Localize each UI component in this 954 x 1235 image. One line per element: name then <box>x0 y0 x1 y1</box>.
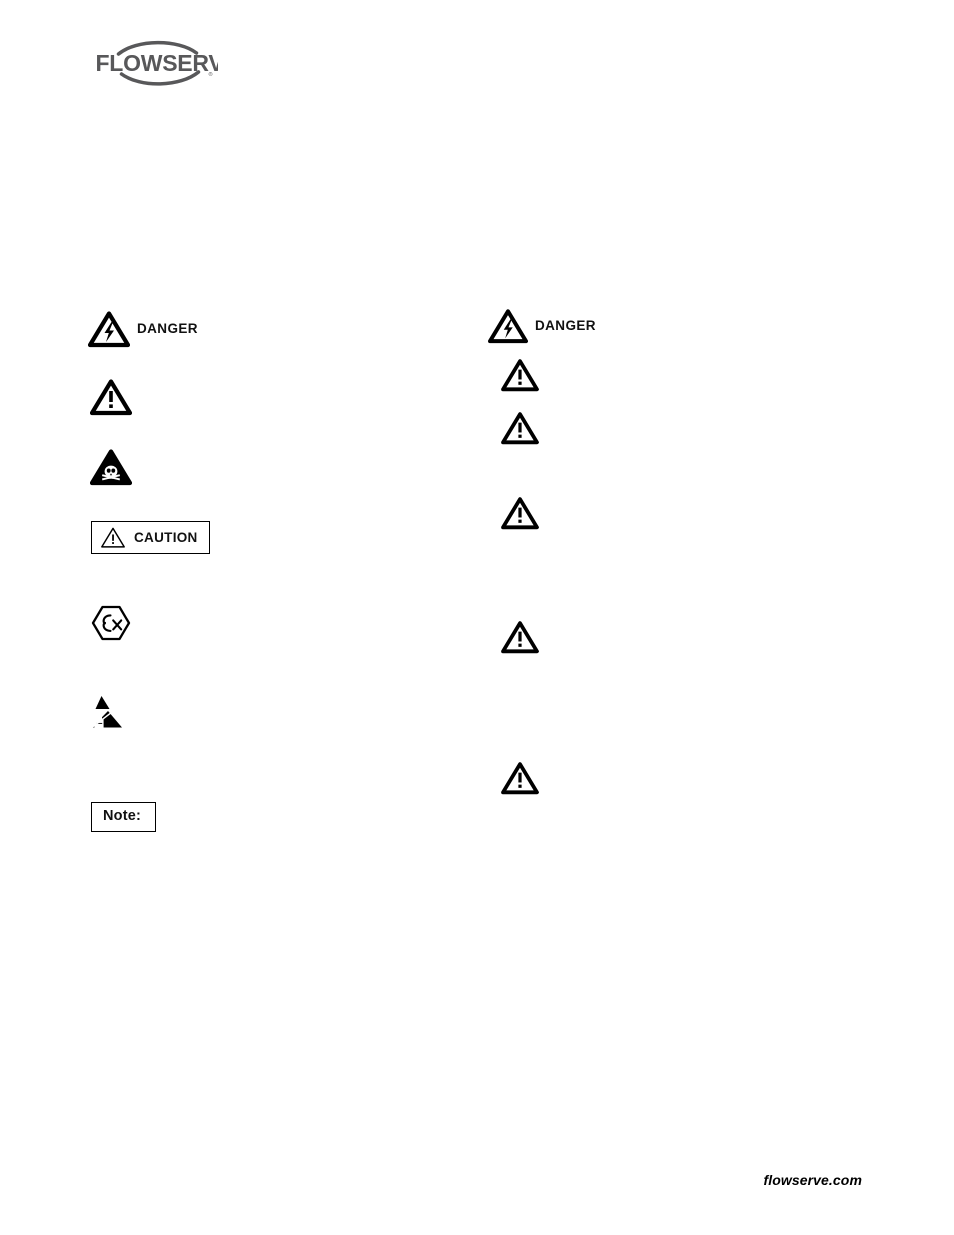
legend-item-electrostatic-discharge <box>88 694 126 730</box>
legend-item-general-warning-6 <box>501 761 539 795</box>
legend-item-electrical-danger: DANGER <box>88 310 198 348</box>
legend-item-caution-box: CAUTION <box>91 521 210 554</box>
legend-item-general-warning <box>90 378 132 416</box>
electrical-hazard-triangle-icon <box>88 311 130 348</box>
legend-item-general-warning-4 <box>501 496 539 530</box>
legend-item-electrical-danger-2: DANGER <box>488 308 596 344</box>
legend-item-note-box: Note: <box>91 802 157 832</box>
legend-item-general-warning-3 <box>501 411 539 445</box>
legend-label-danger-2: DANGER <box>535 318 596 334</box>
symbol-legend-left-column: DANGER CAUTION Note: <box>88 0 448 1235</box>
legend-item-toxic-hazard <box>90 448 132 486</box>
symbol-legend-right-column: DANGER <box>488 0 848 1235</box>
general-warning-triangle-icon <box>501 412 539 445</box>
legend-label-danger: DANGER <box>137 321 198 337</box>
atex-ex-hexagon-icon <box>91 605 131 641</box>
toxic-skull-triangle-icon <box>90 449 132 486</box>
esd-hand-triangle-icon <box>90 696 122 729</box>
document-page: FLOWSERVE ® DANGER <box>0 0 954 1235</box>
caution-triangle-icon <box>101 527 125 548</box>
general-warning-triangle-icon <box>90 379 132 416</box>
general-warning-triangle-icon <box>501 621 539 654</box>
legend-label-note: Note: <box>103 808 142 824</box>
general-warning-triangle-icon <box>501 497 539 530</box>
legend-item-general-warning-5 <box>501 620 539 654</box>
general-warning-triangle-icon <box>501 762 539 795</box>
general-warning-triangle-icon <box>501 359 539 392</box>
footer-website-url[interactable]: flowserve.com <box>763 1172 862 1188</box>
legend-item-atex <box>90 603 132 643</box>
legend-label-caution: CAUTION <box>134 529 198 545</box>
electrical-hazard-triangle-icon <box>488 309 528 344</box>
legend-item-general-warning-2 <box>501 358 539 392</box>
